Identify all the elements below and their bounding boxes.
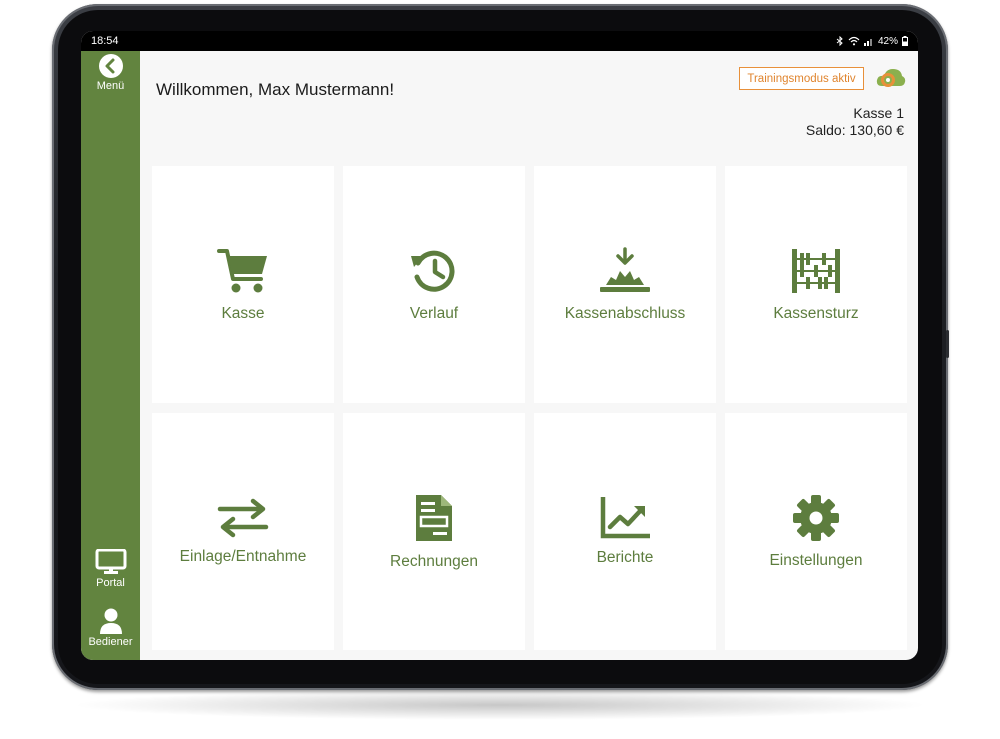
menu-button[interactable]: Menü [81, 54, 140, 92]
status-bar: 18:54 42% [81, 31, 918, 51]
tile-label: Verlauf [409, 304, 459, 322]
tile-label: Einlage/Entnahme [179, 547, 307, 565]
abacus-icon [792, 248, 840, 293]
signal-icon [863, 39, 872, 46]
battery-percent: 42% [877, 35, 898, 47]
tile-label: Kassensturz [773, 304, 859, 322]
gear-icon [793, 494, 839, 541]
wifi-icon [848, 36, 860, 46]
menu-label: Menü [96, 80, 125, 92]
tile-kassenabschluss[interactable]: Kassenabschluss [534, 166, 716, 403]
operator-label: Bediener [88, 636, 133, 648]
portal-label: Portal [96, 577, 125, 589]
cart-icon [217, 248, 267, 292]
portal-button[interactable]: Portal [81, 549, 140, 589]
operator-button[interactable]: Bediener [81, 608, 140, 648]
tile-label: Einstellungen [769, 551, 863, 569]
tablet-screen: 18:54 42% Menü Portal Bediener Willkomme… [81, 31, 918, 660]
tile-einstellungen[interactable]: Einstellungen [725, 413, 907, 650]
tile-einlage-entnahme[interactable]: Einlage/Entnahme [152, 413, 334, 650]
register-balance: Saldo: 130,60 € [805, 122, 904, 138]
register-close-icon [600, 246, 650, 292]
tile-rechnungen[interactable]: Rechnungen [343, 413, 525, 650]
tile-label: Kassenabschluss [564, 304, 686, 322]
main-area: Willkommen, Max Mustermann! Trainingsmod… [140, 51, 918, 660]
device-shadow [70, 690, 930, 720]
status-time: 18:54 [91, 35, 119, 47]
tile-label: Kasse [221, 304, 265, 322]
tile-label: Berichte [596, 548, 654, 566]
user-icon [99, 608, 122, 634]
transfer-arrows-icon [217, 498, 269, 537]
tile-verlauf[interactable]: Verlauf [343, 166, 525, 403]
tile-label: Rechnungen [390, 552, 478, 570]
chart-icon [600, 496, 650, 538]
welcome-heading: Willkommen, Max Mustermann! [156, 80, 395, 99]
battery-icon [902, 36, 908, 46]
tile-berichte[interactable]: Berichte [534, 413, 716, 650]
bluetooth-icon [836, 36, 843, 46]
tile-kassensturz[interactable]: Kassensturz [725, 166, 907, 403]
training-mode-badge[interactable]: Trainingsmodus aktiv [739, 67, 864, 90]
sidebar: Menü Portal Bediener [81, 51, 140, 660]
invoice-icon [416, 494, 452, 541]
register-name: Kasse 1 [853, 105, 904, 121]
history-icon [411, 250, 455, 292]
monitor-icon [95, 549, 126, 574]
chevron-left-icon [98, 54, 123, 78]
tile-kasse[interactable]: Kasse [152, 166, 334, 403]
cloud-sync-icon[interactable] [876, 66, 906, 90]
side-button [946, 330, 949, 358]
